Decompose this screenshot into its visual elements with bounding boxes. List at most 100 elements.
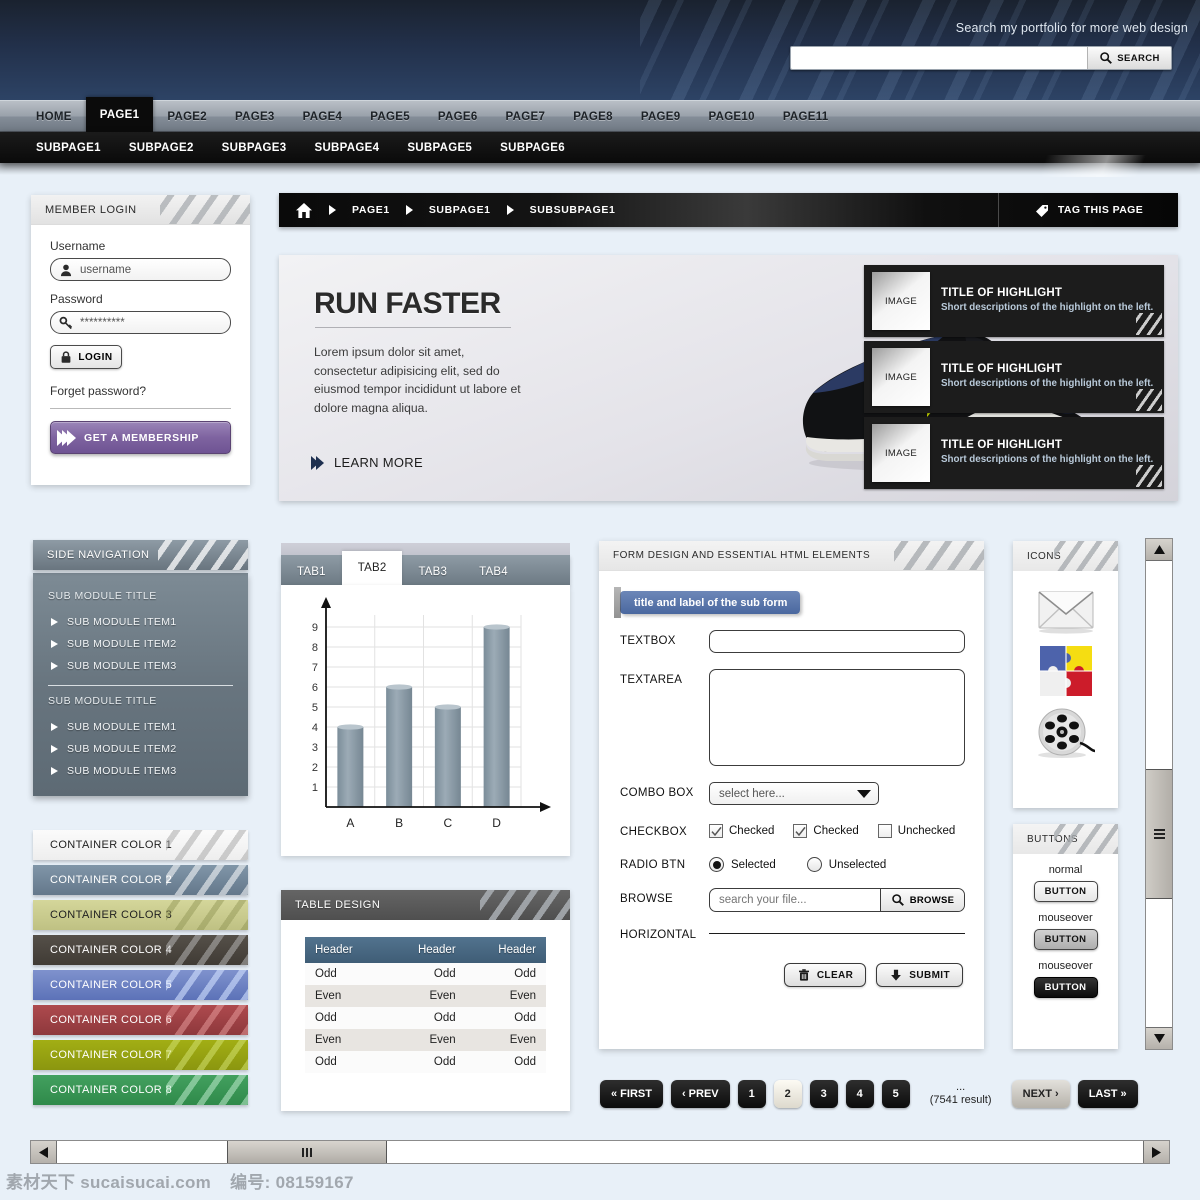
- browse-input[interactable]: [710, 894, 880, 906]
- envelope-icon[interactable]: [1034, 584, 1098, 634]
- textarea-input[interactable]: [709, 669, 965, 766]
- nav-item-page11[interactable]: PAGE11: [769, 101, 843, 132]
- pagination-last-button[interactable]: LAST »: [1077, 1080, 1138, 1108]
- search-input[interactable]: [791, 47, 1087, 69]
- subnav-item-subpage1[interactable]: SUBPAGE1: [22, 142, 115, 154]
- password-input[interactable]: [80, 316, 222, 329]
- sidebar-item-sub-module-item3[interactable]: SUB MODULE ITEM3: [33, 760, 248, 782]
- tab-tab3[interactable]: TAB3: [402, 559, 463, 585]
- pagination[interactable]: « FIRST ‹ PREV 1 2 3 4 5... (7541 result) NEXT ›…: [600, 1078, 1178, 1110]
- checkbox-box[interactable]: [877, 824, 892, 838]
- nav-item-page1[interactable]: PAGE1: [85, 97, 154, 133]
- tab-tab4[interactable]: TAB4: [463, 559, 524, 585]
- container-color-3[interactable]: CONTAINER COLOR 3: [33, 900, 248, 930]
- subnav-item-subpage4[interactable]: SUBPAGE4: [300, 142, 393, 154]
- checkbox-box[interactable]: [793, 824, 808, 838]
- breadcrumb-item-subpage1[interactable]: SUBPAGE1: [429, 204, 491, 216]
- home-icon[interactable]: [295, 202, 313, 219]
- subnav-item-subpage5[interactable]: SUBPAGE5: [393, 142, 486, 154]
- highlight-item[interactable]: IMAGE TITLE OF HIGHLIGHT Short description…: [864, 341, 1164, 413]
- highlight-item[interactable]: IMAGE TITLE OF HIGHLIGHT Short description…: [864, 417, 1164, 489]
- pagination-prev-button[interactable]: ‹ PREV: [670, 1080, 730, 1108]
- radio-group[interactable]: Selected Unselected: [709, 854, 908, 872]
- container-color-2[interactable]: CONTAINER COLOR 2: [33, 865, 248, 895]
- sub-navigation[interactable]: SUBPAGE1 SUBPAGE2 SUBPAGE3 SUBPAGE4 SUBPAGE5…: [0, 132, 1200, 163]
- browse-button[interactable]: BROWSE: [880, 889, 964, 911]
- sidebar-item-sub-module-item2[interactable]: SUB MODULE ITEM2: [33, 633, 248, 655]
- scroll-down-button[interactable]: [1146, 1027, 1172, 1049]
- sidebar-item-sub-module-item3[interactable]: SUB MODULE ITEM3: [33, 655, 248, 677]
- demo-button-normal[interactable]: BUTTON: [1033, 881, 1098, 902]
- container-color-8[interactable]: CONTAINER COLOR 8: [33, 1075, 248, 1105]
- nav-item-page6[interactable]: PAGE6: [424, 101, 492, 132]
- get-membership-button[interactable]: GET A MEMBERSHIP: [50, 421, 231, 454]
- nav-item-page7[interactable]: PAGE7: [492, 101, 560, 132]
- checkbox-box[interactable]: [709, 824, 723, 838]
- nav-item-page10[interactable]: PAGE10: [694, 101, 768, 132]
- subnav-item-subpage3[interactable]: SUBPAGE3: [208, 142, 301, 154]
- nav-item-page4[interactable]: PAGE4: [289, 101, 357, 132]
- sidebar-item-sub-module-item1[interactable]: SUB MODULE ITEM1: [33, 716, 248, 738]
- breadcrumb-item-page1[interactable]: PAGE1: [352, 204, 390, 216]
- nav-item-page5[interactable]: PAGE5: [356, 101, 424, 132]
- checkbox-group[interactable]: Checked Checked Unchecked: [709, 821, 965, 838]
- checkbox-item[interactable]: Checked: [709, 824, 784, 838]
- horizontal-scrollbar[interactable]: [30, 1140, 1170, 1164]
- scroll-up-button[interactable]: [1146, 539, 1172, 561]
- container-color-6[interactable]: CONTAINER COLOR 6: [33, 1005, 248, 1035]
- tab-bar[interactable]: TAB1 TAB2 TAB3 TAB4: [281, 543, 570, 585]
- radio-item[interactable]: Unselected: [806, 857, 897, 872]
- combobox-select[interactable]: select here...: [709, 782, 879, 805]
- container-color-5[interactable]: CONTAINER COLOR 5: [33, 970, 248, 1000]
- search-button[interactable]: SEARCH: [1087, 47, 1171, 69]
- pagination-page-1[interactable]: 1: [737, 1080, 766, 1108]
- puzzle-icon[interactable]: [1037, 643, 1095, 698]
- nav-item-page2[interactable]: PAGE2: [153, 101, 221, 132]
- horizontal-scroll-track[interactable]: [57, 1141, 1143, 1163]
- clear-button[interactable]: CLEAR: [783, 963, 867, 987]
- horizontal-scroll-thumb[interactable]: [227, 1141, 387, 1163]
- login-button[interactable]: LOGIN: [50, 345, 122, 369]
- tab-tab1[interactable]: TAB1: [281, 559, 342, 585]
- tag-this-page-button[interactable]: TAG THIS PAGE: [998, 193, 1178, 227]
- container-color-1[interactable]: CONTAINER COLOR 1: [33, 830, 248, 860]
- site-search[interactable]: SEARCH: [790, 46, 1172, 70]
- demo-button-over[interactable]: BUTTON: [1033, 929, 1098, 950]
- demo-button-dark[interactable]: BUTTON: [1033, 977, 1098, 998]
- scroll-left-button[interactable]: [31, 1141, 57, 1163]
- subnav-item-subpage2[interactable]: SUBPAGE2: [115, 142, 208, 154]
- film-reel-icon[interactable]: [1033, 707, 1099, 759]
- scroll-right-button[interactable]: [1143, 1141, 1169, 1163]
- checkbox-item[interactable]: Unchecked: [877, 824, 966, 838]
- radio-item[interactable]: Selected: [709, 857, 786, 872]
- username-input[interactable]: [80, 263, 222, 276]
- pagination-first-button[interactable]: « FIRST: [600, 1080, 663, 1108]
- sidebar-item-sub-module-item1[interactable]: SUB MODULE ITEM1: [33, 611, 248, 633]
- radio-circle[interactable]: [806, 857, 822, 872]
- container-color-4[interactable]: CONTAINER COLOR 4: [33, 935, 248, 965]
- username-field[interactable]: [50, 258, 231, 281]
- pagination-page-5[interactable]: 5: [881, 1080, 910, 1108]
- tab-tab2[interactable]: TAB2: [341, 551, 403, 585]
- submit-button[interactable]: SUBMIT: [876, 963, 963, 987]
- vertical-scroll-thumb[interactable]: [1146, 769, 1172, 899]
- vertical-scrollbar[interactable]: [1145, 538, 1173, 1050]
- password-field[interactable]: [50, 311, 231, 334]
- pagination-page-4[interactable]: 4: [845, 1080, 874, 1108]
- subnav-item-subpage6[interactable]: SUBPAGE6: [486, 142, 579, 154]
- nav-item-page9[interactable]: PAGE9: [627, 101, 695, 132]
- highlight-item[interactable]: IMAGE TITLE OF HIGHLIGHT Short description…: [864, 265, 1164, 337]
- textbox-input[interactable]: [709, 630, 965, 653]
- browse-field[interactable]: BROWSE: [709, 888, 965, 912]
- breadcrumb-item-subsubpage1[interactable]: SUBSUBPAGE1: [530, 204, 616, 216]
- radio-circle[interactable]: [709, 857, 724, 872]
- main-navigation[interactable]: HOME PAGE1 PAGE2 PAGE3 PAGE4 PAGE5 PAGE6 PAGE7 P…: [0, 97, 1200, 133]
- nav-item-page3[interactable]: PAGE3: [221, 101, 289, 132]
- nav-item-page8[interactable]: PAGE8: [559, 101, 627, 132]
- learn-more-link[interactable]: LEARN MORE: [311, 455, 423, 470]
- pagination-page-3[interactable]: 3: [809, 1080, 838, 1108]
- sidebar-item-sub-module-item2[interactable]: SUB MODULE ITEM2: [33, 738, 248, 760]
- nav-item-home[interactable]: HOME: [22, 101, 86, 132]
- forgot-password-link[interactable]: Forget password?: [50, 384, 231, 398]
- pagination-next-button[interactable]: NEXT ›: [1011, 1080, 1070, 1108]
